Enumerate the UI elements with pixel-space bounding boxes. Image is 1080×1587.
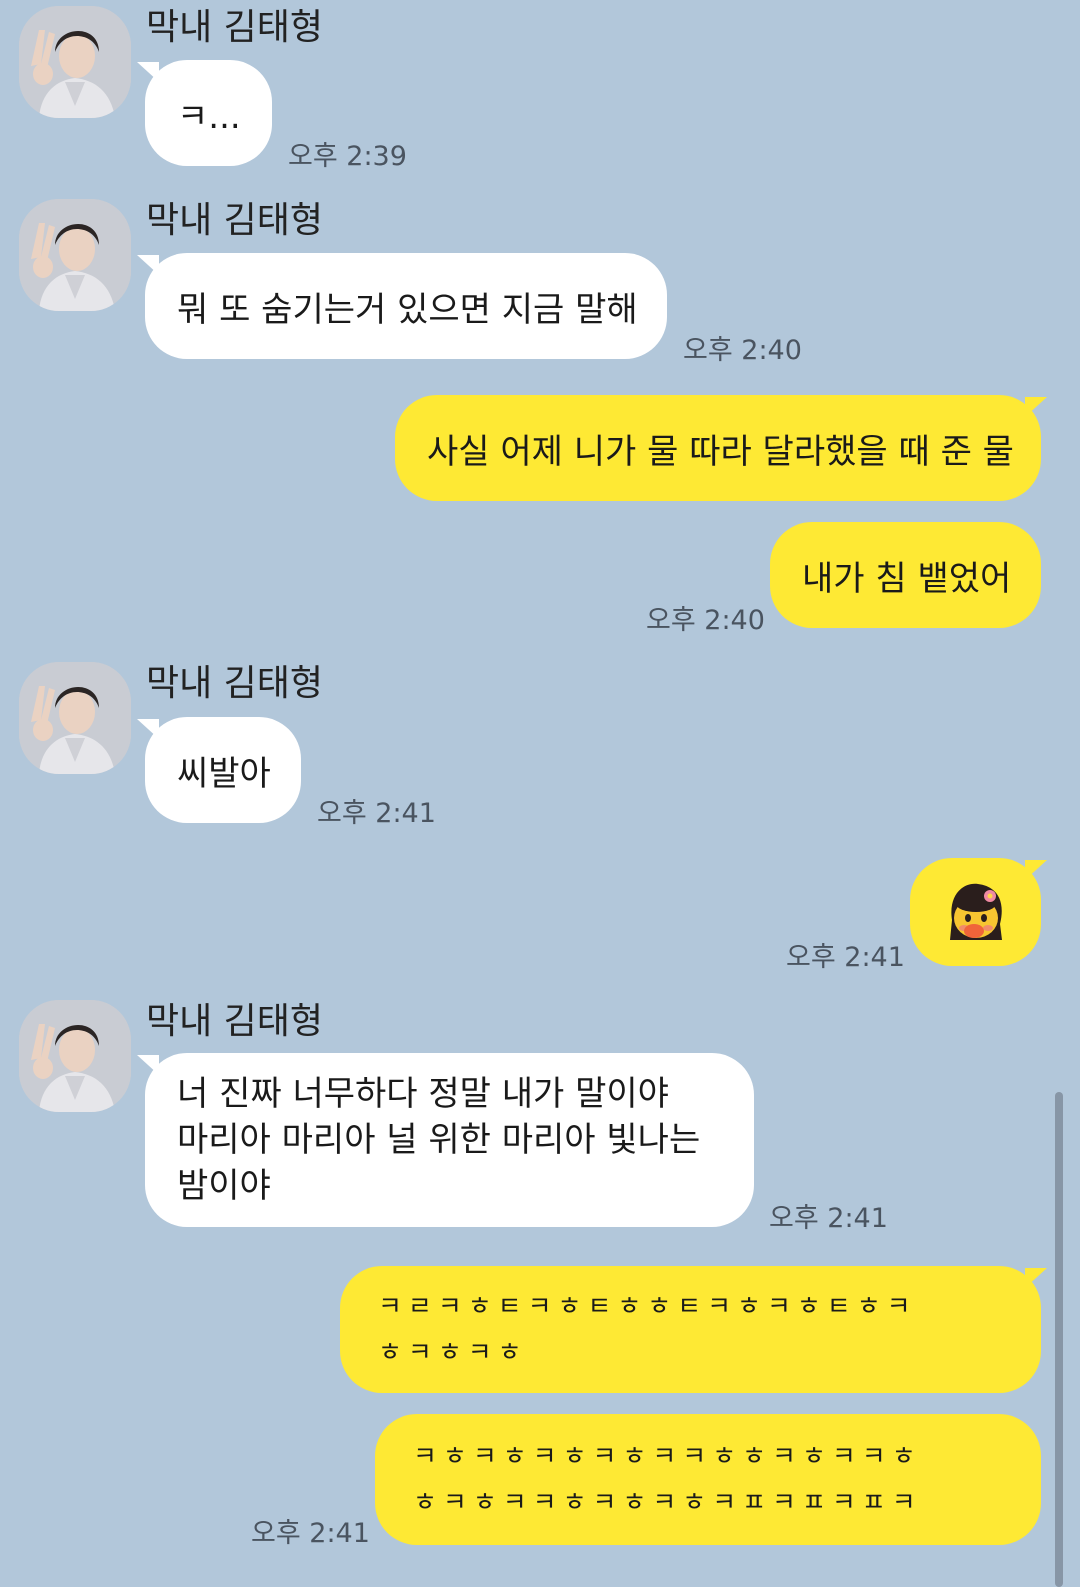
message-time: 오후 2:41 [317, 798, 436, 829]
sender-name: 막내 김태형 [146, 663, 324, 704]
message-text: ㅋ... [177, 96, 241, 137]
message-line: ㅎㅋㅎㅋㅋㅎㅋㅎㅋㅎㅋㅍㅋㅍㅋㅍㅋ [413, 1487, 922, 1518]
avatar[interactable] [19, 6, 131, 118]
message-bubble[interactable]: ㅋㅎㅋㅎㅋㅎㅋㅎㅋㅋㅎㅎㅋㅎㅋㅋㅎ ㅎㅋㅎㅋㅋㅎㅋㅎㅋㅎㅋㅍㅋㅍㅋㅍㅋ [375, 1414, 1041, 1545]
message-time: 오후 2:40 [683, 335, 802, 366]
message-bubble[interactable]: 내가 침 뱉었어 [770, 522, 1041, 628]
message-bubble[interactable]: 씨발아 [145, 717, 301, 823]
message-time: 오후 2:41 [769, 1203, 888, 1234]
profile-photo-icon [19, 199, 131, 311]
sender-name: 막내 김태형 [146, 7, 324, 48]
message-line: ㅎㅋㅎㅋㅎ [378, 1337, 528, 1368]
message-text: 뭐 또 숨기는거 있으면 지금 말해 [177, 289, 638, 330]
message-bubble[interactable]: ㅋㄹㅋㅎㅌㅋㅎㅌㅎㅎㅌㅋㅎㅋㅎㅌㅎㅋ ㅎㅋㅎㅋㅎ [340, 1266, 1041, 1393]
message-line: ㅋㄹㅋㅎㅌㅋㅎㅌㅎㅎㅌㅋㅎㅋㅎㅌㅎㅋ [378, 1291, 917, 1322]
message-line: 너 진짜 너무하다 정말 내가 말이야 [177, 1074, 669, 1114]
message-text: 내가 침 뱉었어 [802, 558, 1012, 599]
message-time: 오후 2:39 [288, 141, 407, 172]
avatar[interactable] [19, 1000, 131, 1112]
avatar[interactable] [19, 662, 131, 774]
message-time: 오후 2:41 [251, 1518, 370, 1549]
scrollbar[interactable] [1055, 1092, 1063, 1587]
crying-face-sticker-icon [949, 883, 1002, 940]
message-time: 오후 2:40 [646, 605, 765, 636]
message-text: 사실 어제 니가 물 따라 달라했을 때 준 물 [427, 431, 1014, 472]
sender-name: 막내 김태형 [146, 200, 324, 241]
profile-photo-icon [19, 6, 131, 118]
message-bubble[interactable] [910, 858, 1041, 966]
avatar[interactable] [19, 199, 131, 311]
message-bubble[interactable]: 뭐 또 숨기는거 있으면 지금 말해 [145, 253, 667, 359]
message-text: 씨발아 [177, 753, 271, 794]
message-bubble[interactable]: 사실 어제 니가 물 따라 달라했을 때 준 물 [395, 395, 1041, 501]
message-bubble[interactable]: ㅋ... [145, 60, 272, 166]
message-line: 밤이야 [177, 1166, 271, 1206]
profile-photo-icon [19, 1000, 131, 1112]
message-bubble[interactable]: 너 진짜 너무하다 정말 내가 말이야 마리아 마리아 널 위한 마리아 빛나는… [145, 1053, 754, 1227]
sender-name: 막내 김태형 [146, 1001, 324, 1042]
message-line: 마리아 마리아 널 위한 마리아 빛나는 [177, 1120, 701, 1160]
profile-photo-icon [19, 662, 131, 774]
message-line: ㅋㅎㅋㅎㅋㅎㅋㅎㅋㅋㅎㅎㅋㅎㅋㅋㅎ [413, 1441, 922, 1472]
message-time: 오후 2:41 [786, 942, 905, 973]
